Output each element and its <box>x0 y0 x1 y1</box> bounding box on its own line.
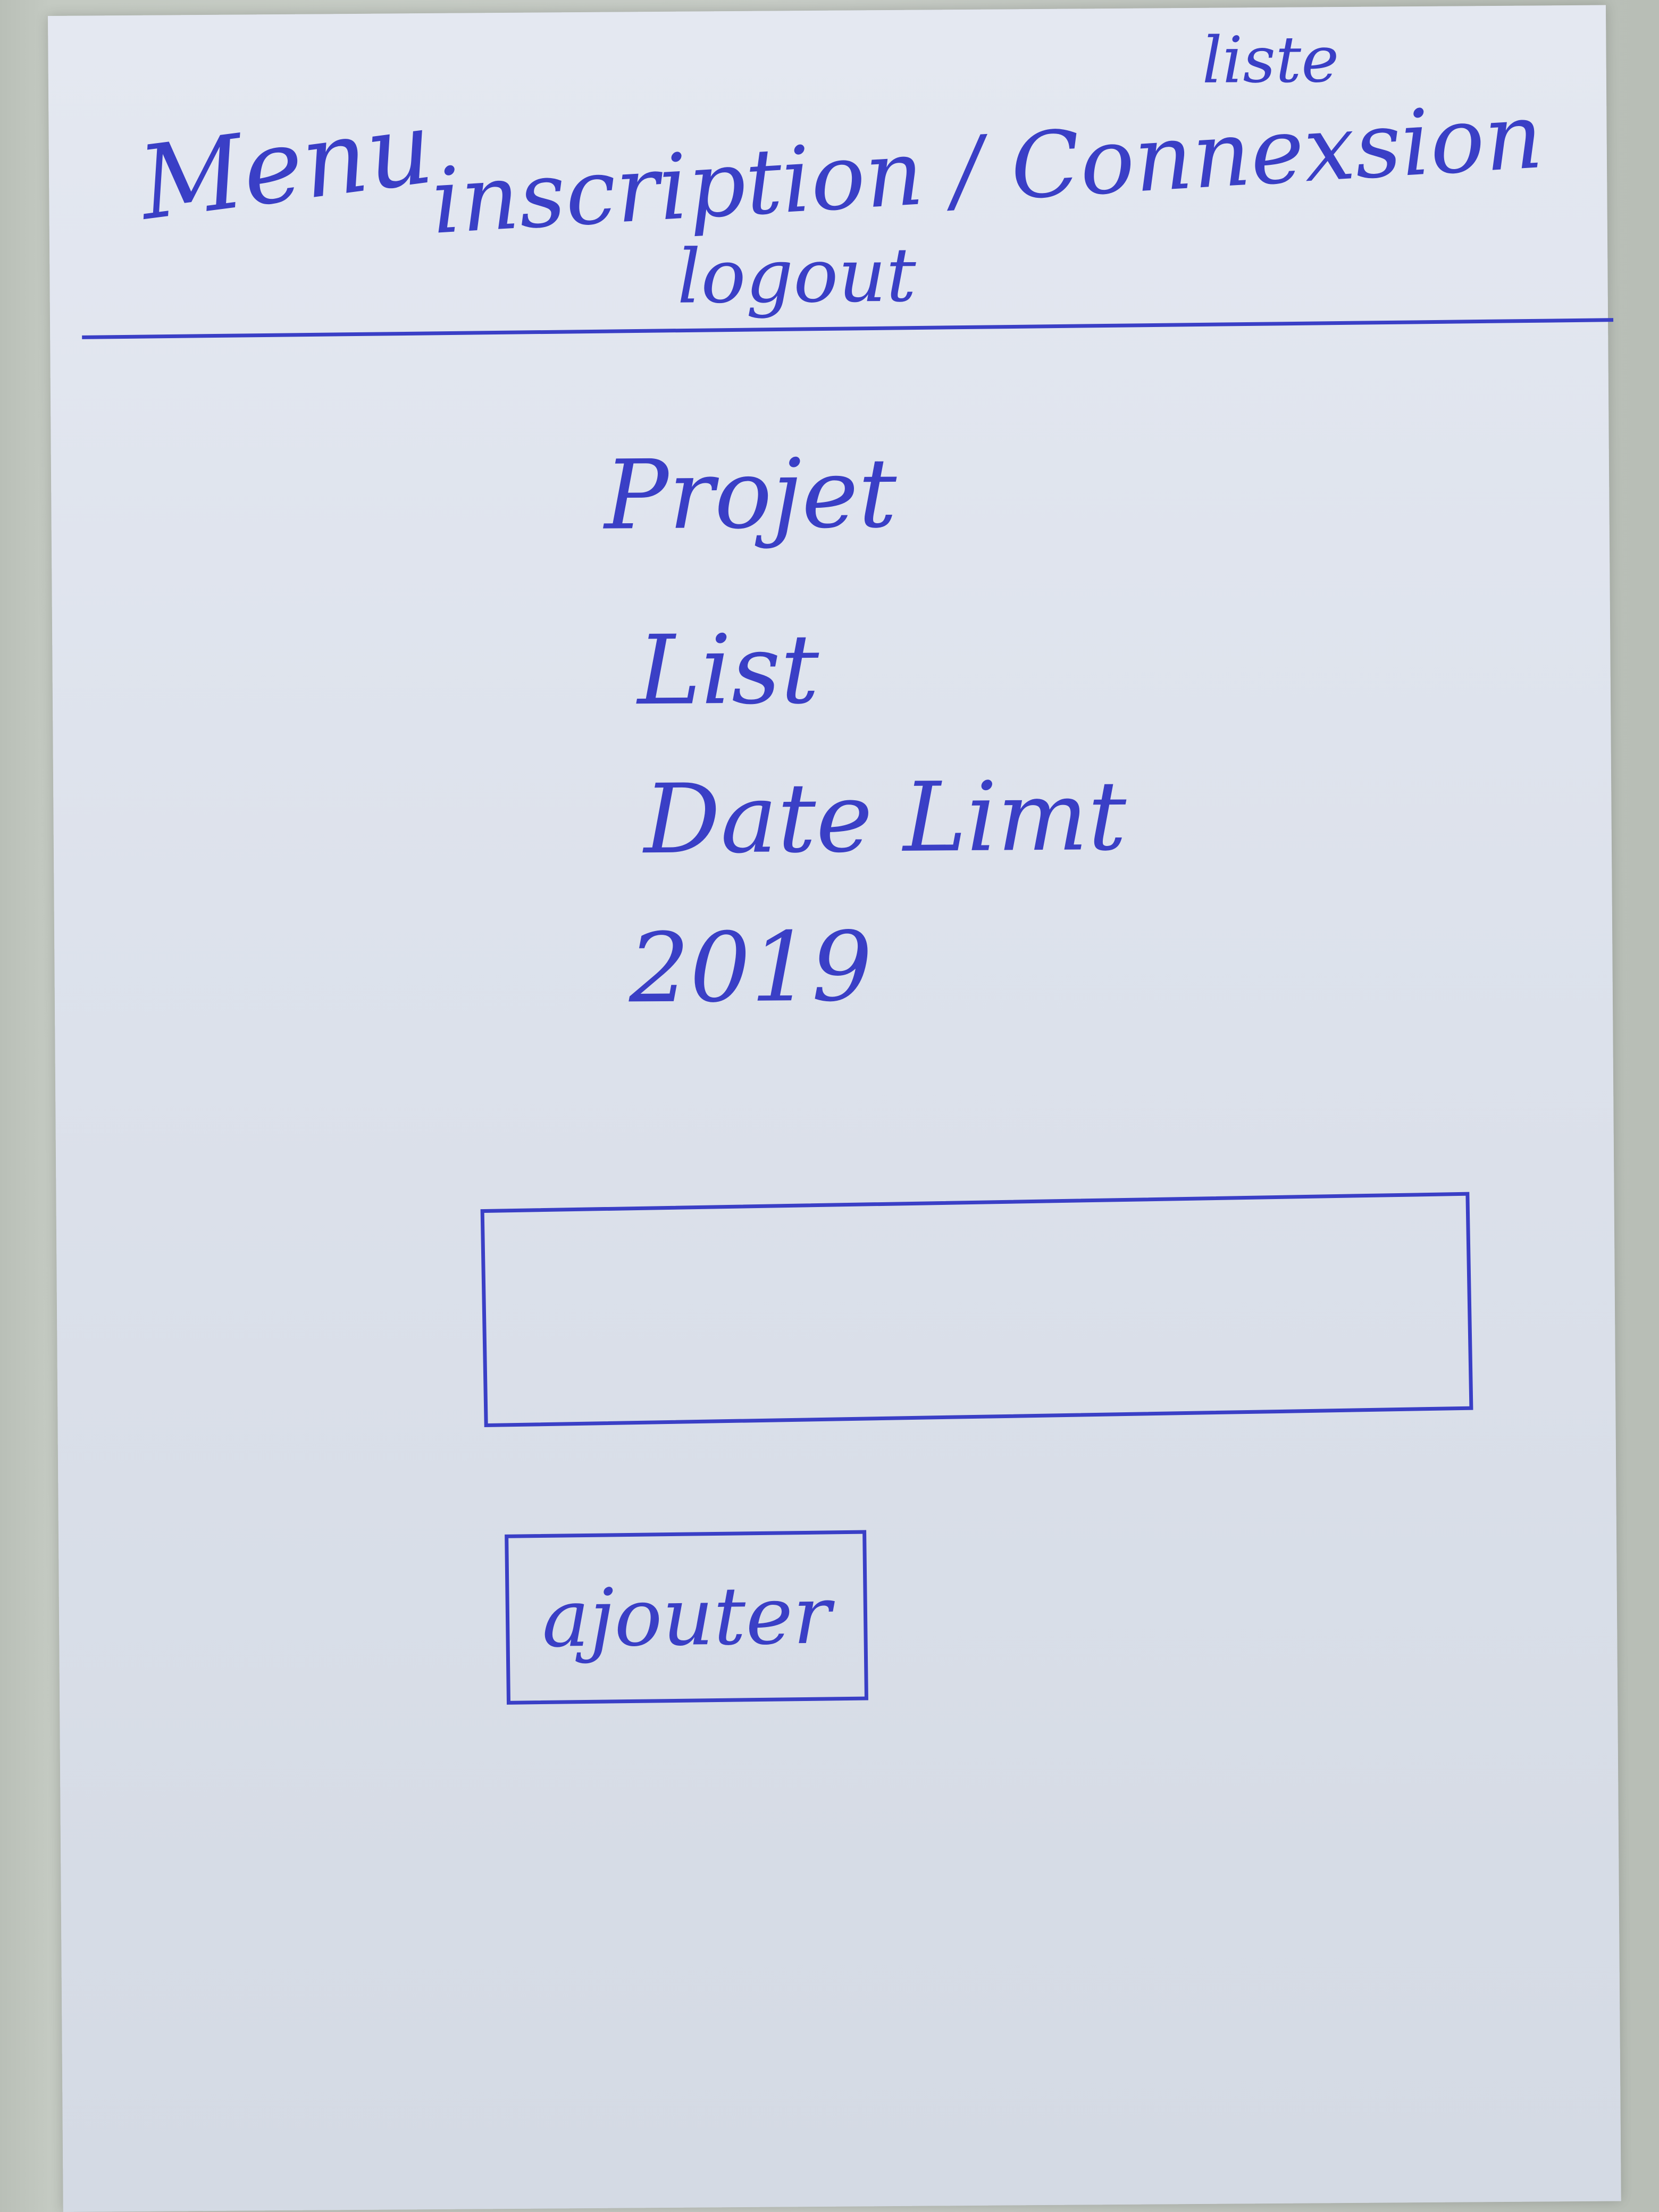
nav-menu-link[interactable]: Menu <box>133 88 439 242</box>
item-input[interactable] <box>480 1192 1473 1428</box>
project-label: Projet <box>604 438 898 551</box>
date-limit-label: Date Limt <box>643 760 1127 876</box>
year-value: 2019 <box>628 911 873 1025</box>
nav-signup-login-link[interactable]: inscription / Connexsion <box>429 83 1546 255</box>
nav-liste-link[interactable]: liste <box>1202 23 1339 98</box>
header-divider <box>82 318 1614 339</box>
nav-logout-link[interactable]: logout <box>677 232 917 321</box>
add-button[interactable]: ajouter <box>505 1530 868 1705</box>
list-label: List <box>636 614 820 727</box>
paper-sketch: Menu liste inscription / Connexsion logo… <box>48 5 1621 2212</box>
